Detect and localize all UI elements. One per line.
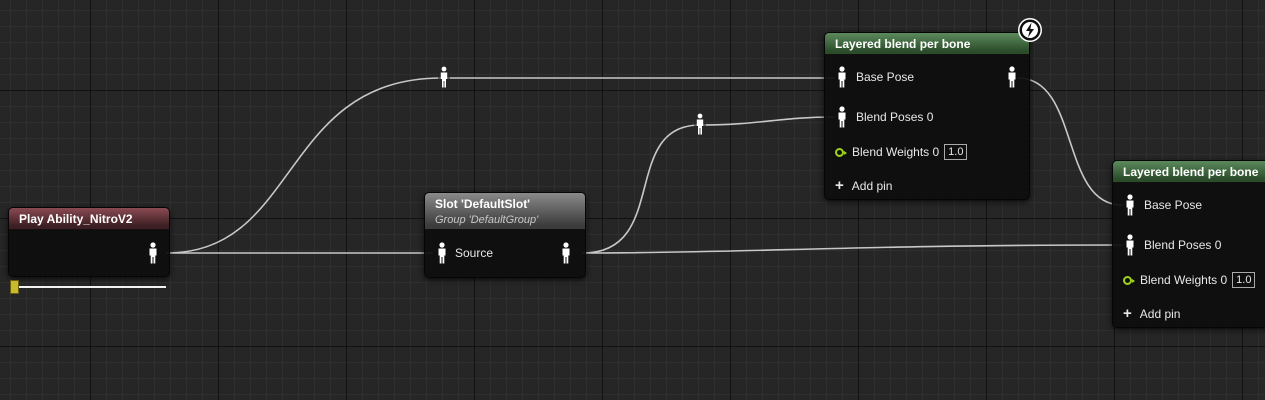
slot-node[interactable]: Slot 'DefaultSlot' Group 'DefaultGroup' … [424,192,586,278]
node-title: Layered blend per bone [1113,161,1265,183]
lightning-icon [1018,18,1042,42]
person-icon[interactable] [437,242,447,264]
base-pose-pin-row[interactable]: Base Pose [1125,194,1202,216]
node-subtitle: Group 'DefaultGroup' [435,214,539,226]
reroute-knot-upper [438,66,450,88]
wire-blend1-to-blend2-base [1017,77,1123,206]
wire-slot-to-blend-poses [582,116,835,254]
node-title-block: Slot 'DefaultSlot' Group 'DefaultGroup' [425,193,585,229]
progress-track [14,286,166,288]
source-pin-row[interactable]: Source [437,242,493,264]
pin-label: Base Pose [856,70,915,84]
add-pin-button[interactable]: + Add pin [1123,305,1181,322]
add-pin-label: Add pin [851,179,893,193]
person-icon[interactable] [837,66,847,88]
base-pose-pin-row[interactable]: Base Pose [837,66,914,88]
add-pin-button[interactable]: + Add pin [835,177,893,194]
reroute-knot-lower [694,113,706,135]
layered-blend-node-2[interactable]: Layered blend per bone Base Pose Blend P… [1112,160,1265,328]
pin-label: Blend Weights 0 [1140,273,1228,287]
person-icon[interactable] [1125,194,1135,216]
pin-label: Blend Weights 0 [852,145,940,159]
blend-weights-value-input[interactable]: 1.0 [944,144,968,160]
blend-weights-value-input[interactable]: 1.0 [1232,272,1256,288]
pin-label: Base Pose [1144,198,1203,212]
person-icon[interactable] [1007,66,1017,88]
pin-label: Blend Poses 0 [856,110,934,124]
blend-weights-pin-row[interactable]: Blend Weights 0 1.0 [1123,272,1256,288]
person-icon[interactable] [148,242,158,264]
ring-icon[interactable] [1123,275,1135,285]
plus-icon: + [835,177,844,194]
blend-weights-pin-row[interactable]: Blend Weights 0 1.0 [835,144,968,160]
ring-icon[interactable] [835,147,847,157]
layered-blend-node-1[interactable]: Layered blend per bone Base Pose Blend P… [824,32,1030,200]
pin-label: Source [455,246,494,260]
blend-poses-pin-row[interactable]: Blend Poses 0 [837,106,933,128]
person-icon[interactable] [561,242,571,264]
add-pin-label: Add pin [1139,307,1181,321]
person-icon[interactable] [837,106,847,128]
play-montage-node[interactable]: Play Ability_NitroV2 [8,207,170,277]
node-title: Slot 'DefaultSlot' [435,197,531,211]
person-icon[interactable] [1125,234,1135,256]
wire-layer [166,66,1123,254]
node-title: Layered blend per bone [825,33,1029,55]
blend-poses-pin-row[interactable]: Blend Poses 0 [1125,234,1221,256]
montage-progress-bar[interactable] [10,280,166,294]
plus-icon: + [1123,305,1132,322]
node-title: Play Ability_NitroV2 [9,208,169,230]
pin-label: Blend Poses 0 [1144,238,1222,252]
wire-slot-to-blend2-poses [582,244,1123,254]
progress-handle[interactable] [10,280,19,294]
